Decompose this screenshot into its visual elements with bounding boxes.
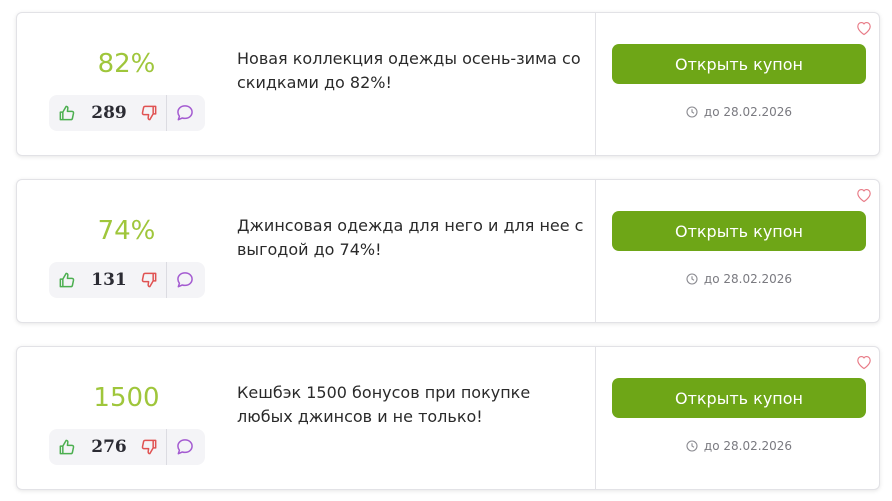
vote-divider xyxy=(166,262,167,298)
thumbs-up-icon[interactable] xyxy=(57,437,77,457)
vote-divider xyxy=(166,95,167,131)
clock-icon xyxy=(686,440,698,452)
clock-icon xyxy=(686,273,698,285)
coupon-card: 74% 131 Джинсовая одежда для него и для … xyxy=(16,179,880,323)
expiry-date: до 28.02.2026 xyxy=(703,439,793,453)
coupon-title: Новая коллекция одежды осень-зима со ски… xyxy=(237,49,581,92)
comment-icon[interactable] xyxy=(175,437,195,457)
expiry-date: до 28.02.2026 xyxy=(703,105,793,119)
heart-icon[interactable] xyxy=(855,20,873,36)
thumbs-up-icon[interactable] xyxy=(57,103,77,123)
vote-count: 289 xyxy=(91,103,127,123)
thumbs-down-icon[interactable] xyxy=(139,103,159,123)
comment-icon[interactable] xyxy=(175,103,195,123)
thumbs-down-icon[interactable] xyxy=(139,437,159,457)
vote-panel: 276 xyxy=(49,429,205,465)
card-divider xyxy=(595,347,596,489)
vote-panel: 131 xyxy=(49,262,205,298)
vote-divider xyxy=(166,429,167,465)
card-divider xyxy=(595,180,596,322)
vote-panel: 289 xyxy=(49,95,205,131)
comment-icon[interactable] xyxy=(175,270,195,290)
coupon-title: Кешбэк 1500 бонусов при покупке любых дж… xyxy=(237,383,531,426)
thumbs-up-icon[interactable] xyxy=(57,270,77,290)
vote-count: 131 xyxy=(91,270,127,290)
coupon-card: 1500 276 Кешбэк 1500 бонусов при покупке… xyxy=(16,346,880,490)
coupon-discount: 1500 xyxy=(93,383,160,413)
coupon-expiry: до 28.02.2026 xyxy=(612,439,866,453)
coupon-card: 82% 289 Новая коллекция одежды осень-зим… xyxy=(16,12,880,156)
coupon-discount: 74% xyxy=(97,216,156,246)
thumbs-down-icon[interactable] xyxy=(139,270,159,290)
heart-icon[interactable] xyxy=(855,187,873,203)
open-coupon-button[interactable]: Открыть купон xyxy=(612,378,866,418)
coupon-expiry: до 28.02.2026 xyxy=(612,105,866,119)
heart-icon[interactable] xyxy=(855,354,873,370)
expiry-date: до 28.02.2026 xyxy=(703,272,793,286)
vote-count: 276 xyxy=(91,437,127,457)
card-divider xyxy=(595,13,596,155)
open-coupon-button[interactable]: Открыть купон xyxy=(612,211,866,251)
coupon-discount: 82% xyxy=(97,49,156,79)
clock-icon xyxy=(686,106,698,118)
coupon-title: Джинсовая одежда для него и для нее с вы… xyxy=(237,216,584,259)
open-coupon-button[interactable]: Открыть купон xyxy=(612,44,866,84)
coupon-expiry: до 28.02.2026 xyxy=(612,272,866,286)
